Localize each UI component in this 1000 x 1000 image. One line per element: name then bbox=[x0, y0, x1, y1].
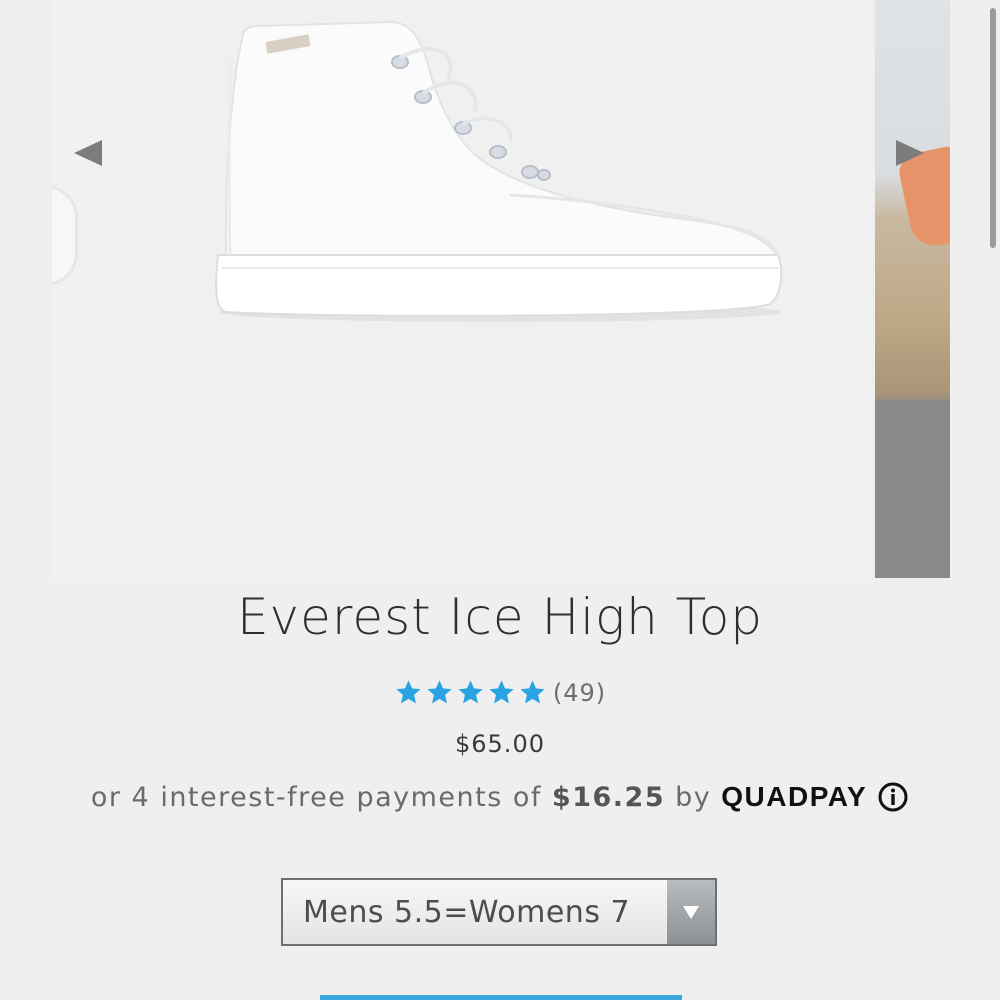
shoe-image-fragment bbox=[52, 185, 78, 286]
product-image-carousel[interactable] bbox=[0, 0, 1000, 580]
installment-offer: or 4 interest-free payments of $16.25 by… bbox=[0, 781, 1000, 813]
size-select-value[interactable]: Mens 5.5=Womens 7 bbox=[283, 880, 667, 944]
previous-slide-peek[interactable] bbox=[52, 0, 128, 578]
chevron-down-icon bbox=[683, 905, 699, 919]
carousel-prev-icon[interactable] bbox=[74, 140, 102, 166]
star-icon bbox=[489, 680, 514, 704]
product-rating[interactable]: (49) bbox=[0, 678, 1000, 707]
add-to-cart-button[interactable] bbox=[320, 995, 682, 1000]
review-count[interactable]: (49) bbox=[553, 679, 606, 707]
size-select[interactable]: Mens 5.5=Womens 7 bbox=[281, 878, 717, 946]
dropdown-button[interactable] bbox=[667, 880, 715, 944]
product-title: Everest Ice High Top bbox=[236, 588, 764, 646]
white-high-top-sneaker bbox=[215, 20, 783, 322]
star-icon bbox=[396, 680, 421, 704]
installment-by: by bbox=[675, 781, 712, 813]
star-icon bbox=[458, 680, 483, 704]
product-price: $65.00 bbox=[455, 730, 545, 758]
installment-amount: $16.25 bbox=[551, 781, 666, 813]
star-icon bbox=[427, 680, 452, 704]
page-scrollbar[interactable] bbox=[990, 8, 996, 248]
info-icon[interactable] bbox=[877, 781, 909, 813]
carousel-next-icon[interactable] bbox=[896, 140, 924, 166]
rating-stars bbox=[394, 678, 547, 707]
next-slide-peek[interactable] bbox=[875, 0, 950, 578]
road-image-fragment bbox=[875, 400, 950, 578]
installment-text: or 4 interest-free payments of bbox=[90, 781, 542, 813]
quadpay-logo: QUADPAY bbox=[721, 781, 868, 812]
star-icon bbox=[520, 680, 545, 704]
product-image bbox=[130, 0, 872, 578]
